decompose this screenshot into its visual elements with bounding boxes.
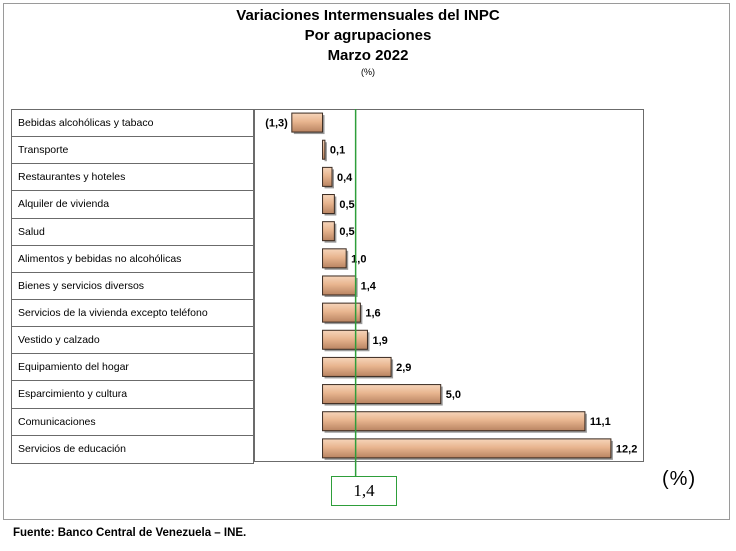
data-label: 5,0 — [446, 389, 461, 401]
bar — [322, 221, 335, 242]
data-label: 2,9 — [396, 362, 411, 374]
data-label: 12,2 — [616, 443, 637, 455]
data-label: 11,1 — [590, 416, 611, 428]
data-label: 0,5 — [339, 199, 354, 211]
data-label: 1,6 — [365, 308, 380, 320]
data-label: 1,4 — [361, 280, 377, 292]
bar-chart: (1,3) 0,1 0,4 0,5 0,5 1,0 1,4 1,6 1,9 2,9 5,0 11,1 1… — [265, 109, 637, 476]
reference-value-box: 1,4 — [331, 476, 397, 506]
bar — [322, 384, 442, 405]
data-label: 1,0 — [351, 253, 366, 265]
bar — [322, 139, 326, 160]
bar — [322, 329, 368, 350]
source-note: Fuente: Banco Central de Venezuela – INE… — [13, 527, 247, 539]
data-label: 0,4 — [337, 172, 353, 184]
data-label: (1,3) — [265, 118, 288, 130]
axis-unit-label: (%) — [662, 468, 697, 490]
data-label: 0,5 — [339, 226, 354, 238]
bar — [322, 248, 347, 269]
bar — [291, 112, 324, 133]
bar — [322, 411, 586, 432]
bar — [322, 356, 392, 377]
data-label: 0,1 — [330, 145, 345, 157]
bar — [322, 438, 612, 459]
bar — [322, 194, 335, 215]
bar — [322, 275, 357, 296]
bar — [322, 166, 333, 187]
bar — [322, 302, 361, 323]
data-label: 1,9 — [372, 335, 387, 347]
